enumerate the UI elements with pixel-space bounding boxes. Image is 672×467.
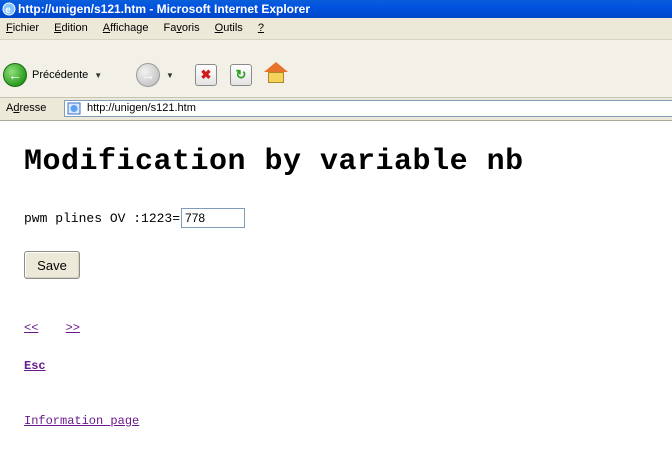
menu-edition[interactable]: Edition (48, 18, 94, 39)
chevron-down-icon[interactable]: ▼ (94, 71, 102, 80)
menu-bar: Fichier Edition Affichage Favoris Outils… (0, 18, 672, 40)
menu-affichage[interactable]: Affichage (97, 18, 155, 39)
field-label: pwm plines OV :1223= (24, 210, 181, 226)
page-icon (67, 102, 81, 115)
page-heading: Modification by variable nb (24, 145, 524, 179)
value-input[interactable] (181, 208, 246, 228)
back-button[interactable]: ← Précédente ▼ (3, 63, 102, 87)
previous-link[interactable]: << (24, 321, 38, 335)
address-bar: Adresse http://unigen/s121.htm (0, 98, 672, 121)
svg-text:e: e (5, 5, 11, 16)
forward-arrow-icon: → (136, 63, 160, 87)
toolbar: ← Précédente ▼ → ▼ ✖ ↻ (0, 40, 672, 98)
menu-outils[interactable]: Outils (209, 18, 249, 39)
home-button[interactable] (264, 62, 288, 84)
home-icon (264, 62, 288, 84)
menu-favoris[interactable]: Favoris (158, 18, 206, 39)
refresh-icon: ↻ (230, 64, 252, 86)
address-label: Adresse (6, 102, 47, 114)
window-title-bar: e http://unigen/s121.htm - Microsoft Int… (0, 0, 672, 18)
next-link[interactable]: >> (66, 321, 80, 335)
address-url: http://unigen/s121.htm (87, 102, 196, 114)
forward-button[interactable]: → ▼ (136, 63, 174, 87)
information-page-link[interactable]: Information page (24, 414, 139, 428)
back-arrow-icon: ← (3, 63, 27, 87)
menu-help[interactable]: ? (252, 18, 270, 39)
window-title: http://unigen/s121.htm - Microsoft Inter… (18, 2, 311, 16)
refresh-button[interactable]: ↻ (230, 64, 252, 86)
stop-icon: ✖ (195, 64, 217, 86)
stop-button[interactable]: ✖ (195, 64, 217, 86)
esc-link[interactable]: Esc (24, 359, 46, 373)
navigation-links: << >> (24, 321, 80, 335)
variable-field-row: pwm plines OV :1223= (24, 208, 246, 228)
internet-explorer-icon: e (2, 2, 16, 16)
page-content: Modification by variable nb pwm plines O… (0, 121, 672, 467)
chevron-down-icon[interactable]: ▼ (166, 71, 174, 80)
save-button[interactable]: Save (24, 251, 80, 279)
menu-fichier[interactable]: Fichier (0, 18, 45, 39)
back-label: Précédente (32, 69, 89, 81)
address-input[interactable]: http://unigen/s121.htm (64, 100, 672, 117)
